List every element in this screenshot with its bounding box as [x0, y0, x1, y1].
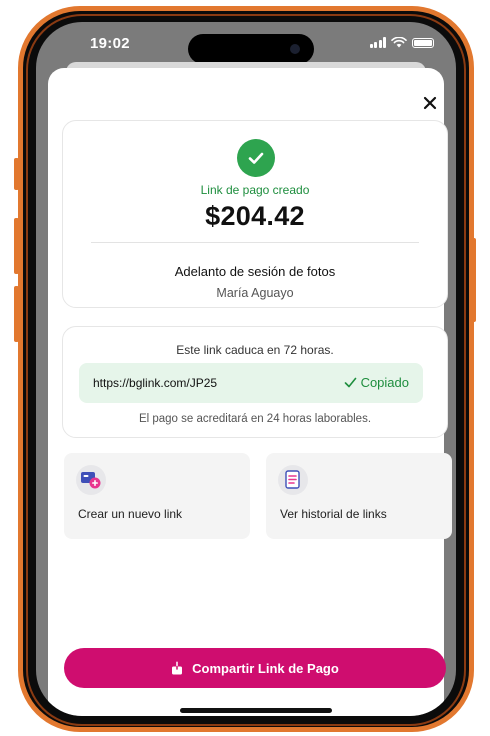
wifi-icon — [391, 37, 407, 48]
share-payment-link-label: Compartir Link de Pago — [192, 660, 339, 676]
history-document-icon — [278, 465, 308, 495]
phone-volume-up-button — [14, 218, 19, 274]
accreditation-text: El pago se acreditará en 24 horas labora… — [138, 413, 372, 425]
status-time: 19:02 — [90, 35, 130, 52]
status-icons — [369, 37, 434, 48]
link-history-button[interactable]: Ver historial de links — [266, 453, 452, 539]
payment-concept: Adelanto de sesión de fotos — [174, 264, 336, 279]
home-indicator[interactable] — [180, 708, 332, 713]
close-icon — [423, 96, 437, 110]
phone-volume-down-button — [14, 286, 19, 342]
phone-mute-button — [14, 158, 19, 190]
phone-power-button — [471, 238, 476, 322]
phone-screen: 19:02 Link de pago creado $204.42 Adelan… — [36, 22, 456, 716]
battery-icon — [412, 37, 434, 48]
signal-icon — [369, 37, 386, 48]
payment-link-sheet: Link de pago creado $204.42 Adelanto de … — [48, 68, 452, 716]
create-new-link-button[interactable]: Crear un nuevo link — [64, 453, 250, 539]
link-expiry-text: Este link caduca en 72 horas. — [176, 343, 334, 357]
share-icon — [172, 661, 183, 675]
summary-divider — [91, 242, 419, 243]
client-name: María Aguayo — [216, 286, 294, 300]
payment-link-url: https://bglink.com/JP25 — [93, 376, 218, 390]
payment-amount: $204.42 — [205, 201, 305, 231]
front-camera — [290, 44, 300, 54]
payment-link-card: Este link caduca en 72 horas. https://bg… — [62, 326, 448, 438]
share-payment-link-button[interactable]: Compartir Link de Pago — [64, 648, 446, 688]
close-button[interactable] — [420, 93, 440, 113]
payment-link-field[interactable]: https://bglink.com/JP25 Copiado — [79, 363, 423, 403]
dynamic-island — [188, 34, 314, 64]
create-new-link-label: Crear un nuevo link — [78, 507, 183, 521]
check-circle-icon — [237, 139, 275, 177]
copied-label: Copiado — [360, 375, 409, 390]
new-link-icon — [76, 465, 106, 495]
copied-status[interactable]: Copiado — [344, 375, 409, 390]
checkmark-icon — [344, 377, 356, 388]
status-label: Link de pago creado — [200, 183, 310, 197]
payment-summary-card: Link de pago creado $204.42 Adelanto de … — [62, 120, 448, 308]
link-history-label: Ver historial de links — [280, 507, 387, 521]
